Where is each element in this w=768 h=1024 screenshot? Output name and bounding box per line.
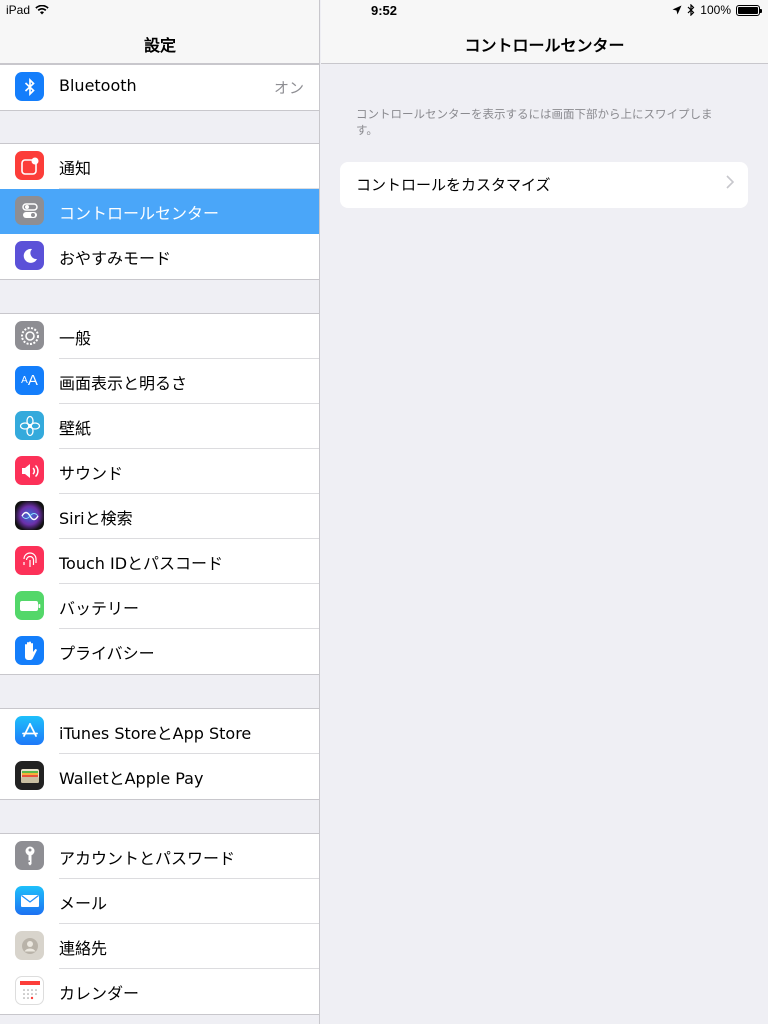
detail-pane: コントロールセンター コントロールセンターを表示するには画面下部から上にスワイプ… [321,0,768,1024]
settings-group-accounts: アカウントとパスワード メール 連絡先 カレンダー [0,833,319,1015]
sidebar-item-label: iTunes StoreとApp Store [59,724,252,743]
sidebar-item-label: サウンド [59,464,124,483]
calendar-icon [15,976,44,1005]
wallpaper-flower-icon [15,411,44,440]
siri-icon [15,501,44,530]
sidebar-item-label: メール [59,894,108,913]
status-bar: iPad 9:52 100% [0,0,768,20]
sidebar-item-do-not-disturb[interactable]: おやすみモード [0,234,319,279]
sidebar-item-label: おやすみモード [59,249,172,268]
sidebar-item-label: カレンダー [59,984,140,1003]
sidebar-item-label: コントロールセンター [59,204,220,223]
sidebar-item-control-center[interactable]: コントロールセンター [0,189,319,234]
sidebar-item-label: 連絡先 [59,939,108,958]
settings-group-stores: iTunes StoreとApp Store WalletとApple Pay [0,708,319,800]
location-arrow-icon [672,5,682,15]
chevron-right-icon [726,173,735,194]
sidebar-item-display-brightness[interactable]: AA 画面表示と明るさ [0,359,319,404]
customize-controls-button[interactable]: コントロールをカスタマイズ [340,162,748,208]
sidebar-item-label: 通知 [59,159,92,178]
sidebar-item-wallpaper[interactable]: 壁紙 [0,404,319,449]
control-center-description: コントロールセンターを表示するには画面下部から上にスワイプします。 [356,107,713,137]
sidebar-item-label: 画面表示と明るさ [59,374,188,393]
sidebar-item-bluetooth[interactable]: Bluetooth オン [0,65,319,110]
mail-icon [15,886,44,915]
sidebar-item-wallet[interactable]: WalletとApple Pay [0,754,319,799]
speaker-icon [15,456,44,485]
sidebar-item-siri-search[interactable]: Siriと検索 [0,494,319,539]
hand-icon [15,636,44,665]
notifications-icon [15,151,44,180]
app-store-icon [15,716,44,745]
settings-group-general: 一般 AA 画面表示と明るさ 壁紙 サウンド Siriと検索 Touch IDと… [0,313,319,675]
sidebar-item-label: WalletとApple Pay [59,769,204,788]
sidebar-item-accounts-passwords[interactable]: アカウントとパスワード [0,834,319,879]
sidebar-item-battery[interactable]: バッテリー [0,584,319,629]
key-icon [15,841,44,870]
sidebar-item-label: アカウントとパスワード [59,849,236,868]
sidebar-item-label: 一般 [59,329,92,348]
sidebar-item-label: バッテリー [59,599,140,618]
display-aa-icon: AA [15,366,44,395]
customize-controls-label: コントロールをカスタマイズ [356,176,551,194]
sidebar-item-label: プライバシー [59,644,155,663]
sidebar-item-notifications[interactable]: 通知 [0,144,319,189]
sidebar-title: 設定 [143,36,176,55]
battery-percent: 100% [700,3,731,17]
sidebar-item-label: Siriと検索 [59,509,133,528]
settings-group-connectivity: Bluetooth オン [0,64,319,111]
contacts-icon [15,931,44,960]
sidebar-item-general[interactable]: 一般 [0,314,319,359]
sidebar-item-label: Touch IDとパスコード [59,554,224,573]
fingerprint-icon [15,546,44,575]
settings-group-notifications: 通知 コントロールセンター おやすみモード [0,143,319,280]
sidebar-item-privacy[interactable]: プライバシー [0,629,319,674]
page-title: コントロールセンター [464,36,625,55]
sidebar-item-calendar[interactable]: カレンダー [0,969,319,1014]
sidebar-item-sounds[interactable]: サウンド [0,449,319,494]
sidebar-item-touch-id[interactable]: Touch IDとパスコード [0,539,319,584]
wallet-icon [15,761,44,790]
gear-icon [15,321,44,350]
sidebar-item-label: 壁紙 [59,419,92,438]
status-time: 9:52 [370,3,398,18]
sidebar-item-itunes-app-store[interactable]: iTunes StoreとApp Store [0,709,319,754]
settings-sidebar: 設定 Bluetooth オン 通知 コントロールセンター おやすみモード 一般… [0,0,320,1024]
moon-icon [15,241,44,270]
sidebar-item-mail[interactable]: メール [0,879,319,924]
battery-status-icon [736,4,762,16]
sidebar-item-contacts[interactable]: 連絡先 [0,924,319,969]
bluetooth-status-value: オン [273,79,304,97]
bluetooth-icon [15,72,44,101]
battery-icon [15,591,44,620]
sidebar-item-label: Bluetooth [59,76,137,95]
bluetooth-status-icon [687,4,695,16]
control-center-icon [15,196,44,225]
